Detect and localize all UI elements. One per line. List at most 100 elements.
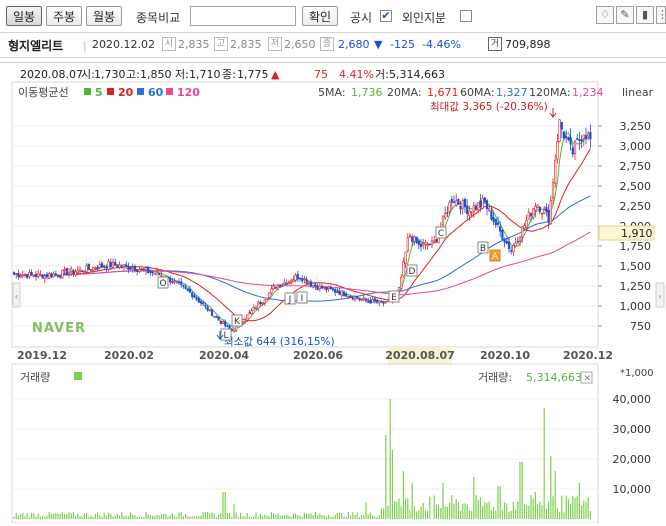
volume-bar <box>306 513 308 519</box>
more-icon[interactable]: ⋮ <box>656 6 666 24</box>
volume-bar <box>402 471 404 519</box>
volume-bar <box>587 497 589 519</box>
volume-bar <box>334 514 336 519</box>
candle-body <box>307 282 310 285</box>
volume-bar <box>541 504 543 519</box>
volume-bar <box>389 399 391 519</box>
candle-body <box>446 212 449 214</box>
candle-body <box>501 229 504 240</box>
volume-bar <box>200 515 202 519</box>
candle-body <box>375 299 379 303</box>
ma60-swatch <box>137 88 144 95</box>
stock-chart[interactable]: ‹ › 7501,0001,2501,5001,7502,0002,2502,5… <box>0 63 666 524</box>
volume-bar <box>405 498 407 519</box>
candle-body <box>59 275 62 278</box>
volume-bar <box>31 512 33 519</box>
compare-input[interactable] <box>190 6 296 26</box>
cursor-open-label: 시: <box>81 68 95 81</box>
signal-label-J: J <box>288 295 292 305</box>
candle-body <box>325 286 328 291</box>
candle-body <box>228 326 231 329</box>
candle-body <box>202 302 205 305</box>
tab-weekly[interactable]: 주봉 <box>46 6 82 26</box>
volume-bar <box>455 499 457 519</box>
candle-body <box>424 242 427 245</box>
candle-body <box>356 296 359 299</box>
candle-body <box>285 282 288 285</box>
candle-body <box>103 265 106 268</box>
candle-body <box>538 206 541 213</box>
foreign-checkbox[interactable] <box>460 10 472 22</box>
volume-bar <box>259 514 261 519</box>
candle-body <box>349 296 352 298</box>
volume-bar <box>576 496 578 519</box>
volume-bar <box>92 516 94 519</box>
volume-bar <box>559 511 561 519</box>
candle-body <box>76 270 79 273</box>
cursor-date: 2020.08.07 <box>20 68 83 81</box>
volume-bar <box>88 516 90 519</box>
volume-bar <box>332 517 334 519</box>
volume-bar <box>248 516 250 519</box>
scale-label: linear <box>622 86 654 99</box>
lightbulb-icon[interactable]: ♢ <box>596 6 614 24</box>
confirm-button[interactable]: 확인 <box>302 6 338 26</box>
candle-body <box>367 300 370 303</box>
volume-bar <box>561 495 563 519</box>
disclosure-label: 공시 <box>350 11 373 25</box>
candle-body <box>455 200 458 206</box>
candle-body <box>246 314 249 321</box>
candle-body <box>327 286 330 289</box>
candle-body <box>573 141 577 154</box>
candle-body <box>413 236 416 242</box>
volume-bar <box>213 513 215 519</box>
volume-bar <box>376 516 378 519</box>
tab-daily[interactable]: 일봉 <box>6 6 42 26</box>
tab-monthly[interactable]: 월봉 <box>86 6 122 26</box>
candle-body <box>314 284 317 288</box>
candle-body <box>417 240 420 245</box>
volume-bar <box>440 508 442 519</box>
volume-bar <box>486 503 488 519</box>
ma120-value-label: 120MA: <box>529 86 571 99</box>
volume-bar <box>222 492 224 519</box>
volume-unit: *1,000 <box>620 368 654 379</box>
volume-bar <box>53 513 55 519</box>
candle-body <box>153 273 156 275</box>
candle-body <box>30 271 33 275</box>
volume-bar <box>314 512 316 519</box>
volume-bar <box>176 516 178 519</box>
volume-icon: 거 <box>488 37 502 51</box>
volume-bar <box>519 462 521 519</box>
volume-bar <box>504 502 506 519</box>
volume-bar <box>310 513 312 519</box>
candle-body <box>444 213 447 218</box>
volume-bar <box>257 517 259 519</box>
disclosure-checkbox[interactable]: ✔ <box>380 10 392 22</box>
open-icon: 시 <box>162 37 176 51</box>
volume-bar <box>66 514 68 519</box>
volume-bar <box>508 511 510 519</box>
candle-body <box>215 316 218 318</box>
candle-body <box>558 119 561 142</box>
volume-bar <box>563 512 565 519</box>
candle-body <box>206 306 209 311</box>
candle-body <box>435 239 438 242</box>
pencil-icon[interactable]: ✎ <box>616 6 634 24</box>
volume-bar <box>193 516 195 519</box>
volume-bar <box>158 515 160 519</box>
volume-bar <box>125 515 127 519</box>
volume-bar <box>462 503 464 519</box>
volume-bar <box>189 516 191 519</box>
candle-body <box>67 272 71 275</box>
candle-body <box>582 134 585 140</box>
chart-area[interactable]: ‹ › 7501,0001,2501,5001,7502,0002,2502,5… <box>0 62 666 524</box>
bookmark-icon[interactable]: ▮ <box>636 6 654 24</box>
volume-bar <box>446 506 448 519</box>
cursor-close: 1,775 <box>237 68 269 81</box>
volume-bar <box>273 513 275 519</box>
volume-bar <box>79 515 81 519</box>
candle-body <box>213 315 216 318</box>
volume-bar <box>517 501 519 519</box>
candle-body <box>195 297 198 300</box>
